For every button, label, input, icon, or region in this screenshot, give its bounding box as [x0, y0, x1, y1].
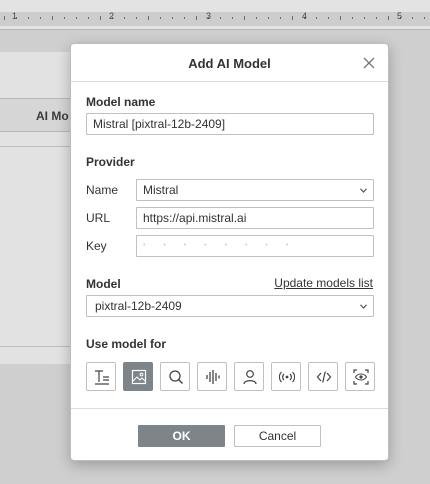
ruler-tick	[232, 17, 233, 19]
chevron-down-icon	[360, 188, 367, 193]
model-label: Model	[86, 277, 121, 291]
code-icon	[316, 371, 332, 383]
provider-name-label: Name	[86, 183, 119, 197]
ruler-tick	[64, 17, 65, 19]
ruler-tick	[196, 16, 197, 20]
footer-divider	[71, 408, 388, 409]
ruler-tick	[88, 17, 89, 19]
ruler-tick	[244, 16, 245, 20]
ruler-tick	[376, 17, 377, 19]
ruler-tick	[40, 17, 41, 19]
model-select[interactable]: pixtral-12b-2409	[86, 295, 374, 317]
person-icon	[243, 370, 257, 385]
image-icon	[131, 369, 147, 385]
ruler-tick	[364, 17, 365, 19]
ok-button[interactable]: OK	[138, 425, 225, 447]
provider-label: Provider	[86, 155, 135, 169]
ruler-tick	[412, 17, 413, 19]
ruler-tick	[124, 17, 125, 19]
audio-icon	[206, 370, 220, 384]
vision-icon	[353, 369, 369, 385]
ruler-tick	[4, 16, 5, 20]
text-icon	[95, 370, 109, 385]
use-for-broadcast-button[interactable]	[271, 362, 301, 391]
use-for-image-button[interactable]	[123, 362, 153, 391]
use-model-for-label: Use model for	[86, 337, 167, 351]
ruler-tick	[148, 16, 149, 20]
ruler-tick	[340, 16, 341, 20]
use-for-vision-button[interactable]	[345, 362, 375, 391]
ruler-tick	[256, 17, 257, 19]
broadcast-icon	[279, 371, 295, 383]
cancel-button[interactable]: Cancel	[234, 425, 321, 447]
provider-name-value: Mistral	[143, 183, 179, 197]
ruler-tick	[136, 17, 137, 19]
ruler-tick	[268, 17, 269, 19]
ruler-tick	[328, 17, 329, 19]
model-name-input[interactable]: Mistral [pixtral-12b-2409]	[86, 113, 374, 135]
ruler-tick	[220, 17, 221, 19]
provider-url-label: URL	[86, 211, 111, 225]
ruler-number: 5	[397, 11, 403, 21]
background-divider	[0, 346, 80, 347]
close-icon	[363, 57, 375, 69]
ruler-number: 3	[206, 11, 212, 21]
update-models-link[interactable]: Update models list	[274, 276, 373, 290]
ruler-tick	[52, 16, 53, 20]
ruler-tick	[160, 17, 161, 19]
background-divider	[0, 146, 80, 147]
provider-name-select[interactable]: Mistral	[136, 179, 374, 201]
provider-key-input[interactable]: • • • • • • • •	[136, 235, 374, 257]
ruler-tick	[100, 16, 101, 20]
ruler-tick	[172, 17, 173, 19]
ruler-tick	[184, 17, 185, 19]
ruler-strip	[0, 12, 430, 26]
ruler-number: 2	[109, 11, 115, 21]
ruler-number: 4	[302, 11, 308, 21]
chevron-down-icon	[360, 304, 367, 309]
ruler-tick	[388, 16, 389, 20]
use-for-person-button[interactable]	[234, 362, 264, 391]
ruler-tick	[424, 17, 425, 19]
use-for-search-button[interactable]	[160, 362, 190, 391]
close-button[interactable]	[360, 54, 378, 72]
ruler-tick	[352, 17, 353, 19]
use-for-audio-button[interactable]	[197, 362, 227, 391]
ruler-tick	[76, 17, 77, 19]
add-ai-model-dialog: Add AI Model Model name Mistral [pixtral…	[70, 43, 389, 461]
ruler: 1 2 3 4 5	[0, 0, 430, 30]
provider-key-label: Key	[86, 239, 107, 253]
use-for-text-button[interactable]	[86, 362, 116, 391]
provider-url-input[interactable]: https://api.mistral.ai	[136, 207, 374, 229]
ruler-tick	[316, 17, 317, 19]
dialog-title: Add AI Model	[188, 56, 271, 71]
ruler-tick	[280, 17, 281, 19]
ruler-number: 1	[12, 11, 18, 21]
search-icon	[169, 370, 183, 384]
ruler-tick	[28, 17, 29, 19]
model-select-value: pixtral-12b-2409	[95, 299, 182, 313]
use-for-code-button[interactable]	[308, 362, 338, 391]
background-panel-title: AI Mo	[36, 109, 69, 123]
ruler-tick	[292, 16, 293, 20]
dialog-header: Add AI Model	[71, 44, 388, 82]
model-name-label: Model name	[86, 95, 156, 109]
